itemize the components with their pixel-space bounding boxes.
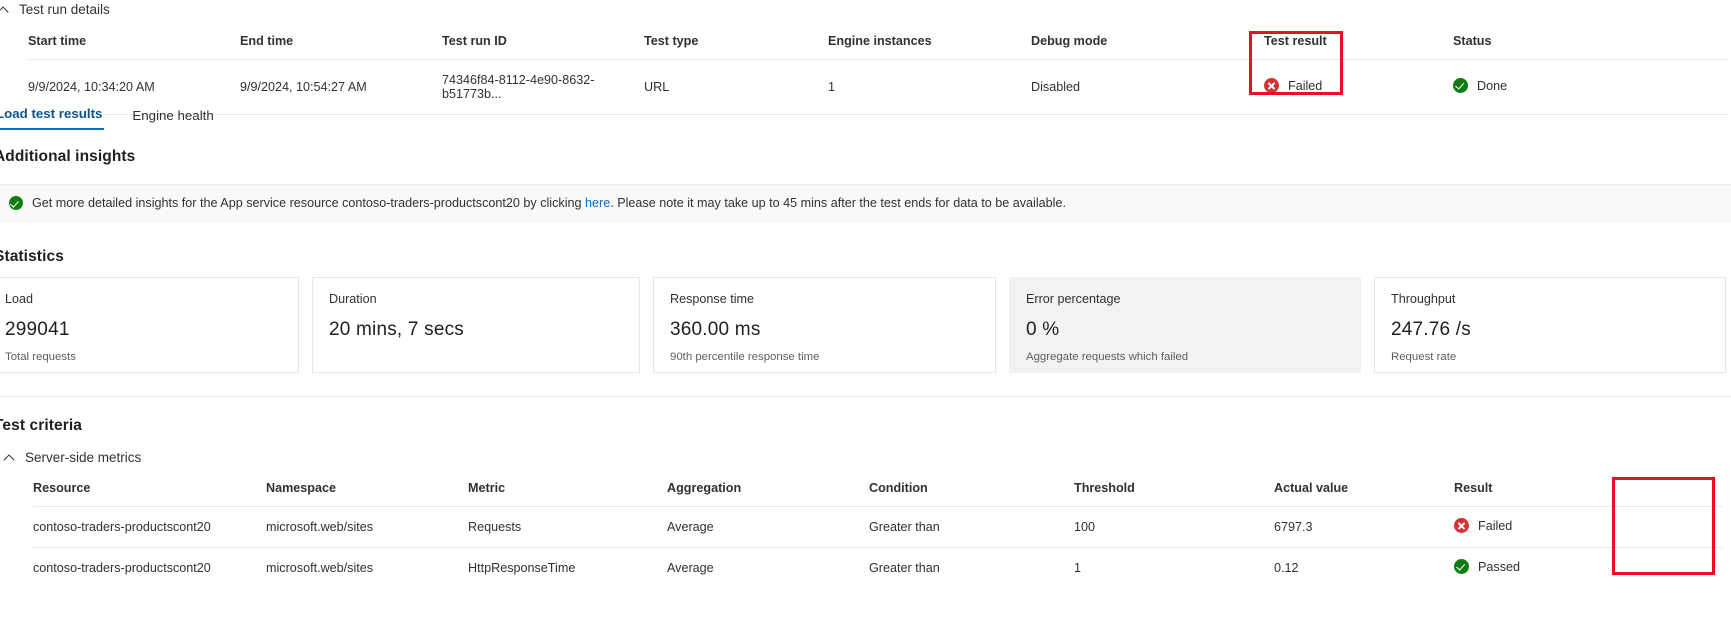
results-tabs: Load test results Engine health [0, 100, 216, 130]
table-header-row: Start time End time Test run ID Test typ… [28, 34, 1728, 60]
test-run-details-title: Test run details [19, 2, 110, 17]
cell-metric: HttpResponseTime [468, 547, 667, 588]
stat-card-response-time-title: Response time [670, 292, 754, 306]
test-result-label: Failed [1288, 78, 1323, 93]
cell-namespace: microsoft.web/sites [266, 506, 468, 548]
col-start-time: Start time [28, 34, 87, 48]
col-actual-value: Actual value [1274, 481, 1349, 495]
test-run-details-section-header[interactable]: Test run details [0, 2, 110, 17]
col-namespace: Namespace [266, 481, 337, 495]
col-resource: Resource [33, 481, 91, 495]
cell-status: Done [1453, 59, 1728, 115]
cell-end-time: 9/9/2024, 10:54:27 AM [240, 59, 442, 115]
table-row[interactable]: contoso-traders-productscont20 microsoft… [33, 547, 1723, 588]
statistics-heading: Statistics [0, 248, 64, 265]
stat-card-load-title: Load [5, 292, 34, 306]
stat-card-throughput-subtitle: Request rate [1391, 351, 1457, 363]
success-circle-icon [9, 196, 23, 210]
stat-card-response-time[interactable]: Response time 360.00 ms 90th percentile … [653, 277, 996, 373]
insights-here-link[interactable]: here [585, 196, 610, 210]
test-criteria-table: Resource Namespace Metric Aggregation Co… [33, 481, 1723, 588]
col-end-time: End time [240, 34, 294, 48]
col-engine-instances: Engine instances [828, 34, 932, 48]
insights-text-after: . Please note it may take up to 45 mins … [610, 196, 1066, 210]
cell-debug-mode: Disabled [1031, 59, 1264, 115]
cell-result: Passed [1454, 547, 1723, 588]
error-circle-icon [1454, 518, 1469, 533]
criteria-result-label: Passed [1478, 559, 1521, 574]
chevron-up-icon[interactable] [4, 452, 16, 464]
section-divider [0, 396, 1731, 397]
cell-test-run-id: 74346f84-8112-4e90-8632-b51773b... [442, 59, 644, 115]
criteria-result-label: Failed [1478, 518, 1513, 533]
cell-engine-instances: 1 [828, 59, 1031, 115]
tab-engine-health[interactable]: Engine health [130, 108, 215, 130]
server-side-metrics-label: Server-side metrics [25, 450, 142, 465]
success-circle-icon [1453, 78, 1468, 93]
cell-aggregation: Average [667, 506, 869, 548]
cell-result: Failed [1454, 506, 1723, 548]
table-row[interactable]: contoso-traders-productscont20 microsoft… [33, 506, 1723, 548]
statistics-cards: Load 299041 Total requests Duration 20 m… [0, 277, 1726, 373]
cell-condition: Greater than [869, 506, 1074, 548]
test-run-details-table: Start time End time Test run ID Test typ… [28, 34, 1728, 115]
stat-card-error-percentage-subtitle: Aggregate requests which failed [1026, 351, 1189, 363]
cell-actual-value: 6797.3 [1274, 506, 1454, 548]
status-label: Done [1477, 78, 1508, 93]
tab-engine-health-label: Engine health [132, 108, 214, 123]
stat-card-throughput-value: 247.76 /s [1391, 319, 1471, 340]
insights-text-before: Get more detailed insights for the App s… [32, 196, 585, 210]
col-status: Status [1453, 34, 1492, 48]
success-circle-icon [1454, 559, 1469, 574]
col-result: Result [1454, 481, 1493, 495]
col-metric: Metric [468, 481, 506, 495]
col-test-result: Test result [1264, 34, 1327, 48]
cell-metric: Requests [468, 506, 667, 548]
server-side-metrics-group-header[interactable]: Server-side metrics [4, 450, 141, 465]
table-header-row: Resource Namespace Metric Aggregation Co… [33, 481, 1723, 507]
cell-namespace: microsoft.web/sites [266, 547, 468, 588]
stat-card-error-percentage-value: 0 % [1026, 319, 1060, 340]
col-test-type: Test type [644, 34, 699, 48]
insights-banner-text: Get more detailed insights for the App s… [32, 196, 1066, 210]
tab-load-test-results[interactable]: Load test results [0, 106, 105, 130]
col-debug-mode: Debug mode [1031, 34, 1108, 48]
chevron-up-icon[interactable] [0, 4, 10, 16]
load-test-run-page: Test run details Start time End time Tes… [0, 0, 1731, 640]
col-test-run-id: Test run ID [442, 34, 507, 48]
stat-card-load-value: 299041 [5, 319, 70, 340]
stat-card-throughput[interactable]: Throughput 247.76 /s Request rate [1374, 277, 1726, 373]
error-circle-icon [1264, 78, 1279, 93]
cell-resource: contoso-traders-productscont20 [33, 506, 266, 548]
stat-card-throughput-title: Throughput [1391, 292, 1456, 306]
stat-card-response-time-value: 360.00 ms [670, 319, 761, 340]
cell-resource: contoso-traders-productscont20 [33, 547, 266, 588]
stat-card-response-time-subtitle: 90th percentile response time [670, 351, 820, 363]
stat-card-load[interactable]: Load 299041 Total requests [0, 277, 299, 373]
stat-card-error-percentage[interactable]: Error percentage 0 % Aggregate requests … [1009, 277, 1361, 373]
table-row[interactable]: 9/9/2024, 10:34:20 AM 9/9/2024, 10:54:27… [28, 59, 1728, 115]
cell-actual-value: 0.12 [1274, 547, 1454, 588]
tab-load-test-results-label: Load test results [0, 106, 103, 121]
additional-insights-heading: Additional insights [0, 148, 136, 165]
col-threshold: Threshold [1074, 481, 1135, 495]
insights-banner: Get more detailed insights for the App s… [0, 184, 1731, 222]
cell-test-result: Failed [1264, 59, 1453, 115]
col-condition: Condition [869, 481, 928, 495]
stat-card-duration[interactable]: Duration 20 mins, 7 secs [312, 277, 640, 373]
cell-threshold: 100 [1074, 506, 1274, 548]
stat-card-duration-title: Duration [329, 292, 377, 306]
stat-card-duration-value: 20 mins, 7 secs [329, 319, 464, 340]
col-aggregation: Aggregation [667, 481, 742, 495]
stat-card-load-subtitle: Total requests [5, 351, 76, 363]
cell-condition: Greater than [869, 547, 1074, 588]
stat-card-error-percentage-title: Error percentage [1026, 292, 1121, 306]
cell-test-type: URL [644, 59, 828, 115]
cell-threshold: 1 [1074, 547, 1274, 588]
test-criteria-heading: Test criteria [0, 417, 83, 434]
cell-aggregation: Average [667, 547, 869, 588]
